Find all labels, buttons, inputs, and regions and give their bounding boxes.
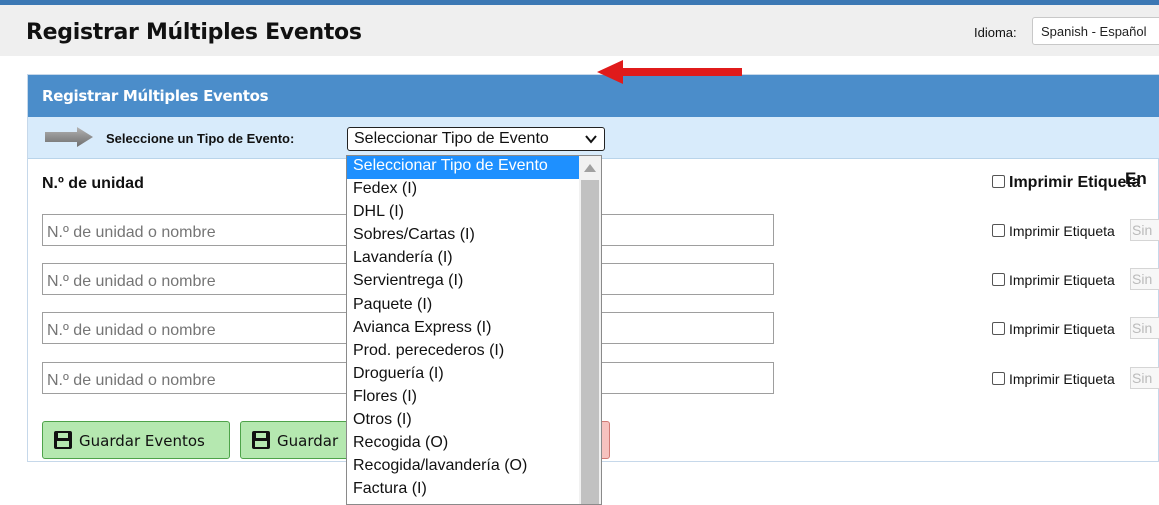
print-label-column-header: Imprimir Etiqueta [992,174,1141,192]
dropdown-option[interactable]: Paquete (I) [347,295,579,318]
print-label-text: Imprimir Etiqueta [1009,371,1115,387]
dropdown-option[interactable]: Avianca Express (I) [347,318,579,341]
save-secondary-button[interactable]: Guardar [240,421,360,459]
print-label-checkbox[interactable] [992,224,1005,237]
page-title: Registrar Múltiples Eventos [26,20,362,45]
dropdown-option[interactable]: Flores (I) [347,387,579,410]
description-input[interactable] [588,362,774,394]
dropdown-option[interactable]: Factura (I) [347,479,579,502]
row-extra-field[interactable]: Sin [1130,268,1159,290]
row-extra-field[interactable]: Sin [1130,317,1159,339]
save-disk-icon [252,431,270,449]
description-input[interactable] [588,214,774,246]
dropdown-option[interactable]: Recogida/lavandería (O) [347,456,579,479]
print-label-text: Imprimir Etiqueta [1009,321,1115,337]
unit-input[interactable] [42,362,374,394]
annotation-arrow-icon [597,60,742,84]
row-print-label: Imprimir Etiqueta [992,272,1115,288]
page-header: Registrar Múltiples Eventos Idioma: Span… [0,5,1159,56]
print-label-text: Imprimir Etiqueta [1009,223,1115,239]
print-all-checkbox[interactable] [992,175,1005,188]
description-input[interactable] [588,263,774,295]
print-label-checkbox[interactable] [992,273,1005,286]
event-type-select[interactable]: Seleccionar Tipo de Evento [347,127,605,151]
dropdown-option[interactable]: Sobres/Cartas (I) [347,225,579,248]
dropdown-option[interactable]: Lavandería (I) [347,248,579,271]
description-input[interactable] [588,312,774,344]
language-label: Idioma: [974,25,1017,40]
dropdown-scrollbar[interactable] [579,156,601,504]
unit-column-header: N.º de unidad [42,175,144,192]
scroll-up-icon[interactable] [584,164,596,172]
panel-title: Registrar Múltiples Eventos [42,87,269,105]
dropdown-option[interactable]: Otros (I) [347,410,579,433]
row-print-label: Imprimir Etiqueta [992,371,1115,387]
save-events-button[interactable]: Guardar Eventos [42,421,230,459]
print-label-checkbox[interactable] [992,322,1005,335]
language-select[interactable]: Spanish - Español [1032,17,1159,45]
unit-input[interactable] [42,312,374,344]
print-label-header-text: Imprimir Etiqueta [1009,174,1141,191]
dropdown-option[interactable]: Seleccionar Tipo de Evento [347,156,579,180]
dropdown-option[interactable]: DHL (I) [347,202,579,225]
event-type-bar: Seleccione un Tipo de Evento: Selecciona… [28,117,1159,159]
row-extra-field[interactable]: Sin [1130,367,1159,389]
chevron-down-icon [585,135,597,144]
event-type-value: Seleccionar Tipo de Evento [354,130,549,147]
arrow-right-icon [45,127,93,147]
unit-input[interactable] [42,263,374,295]
dropdown-option[interactable]: Droguería (I) [347,364,579,387]
event-type-dropdown[interactable]: Seleccionar Tipo de Evento Fedex (I) DHL (… [346,155,602,505]
panel-header: Registrar Múltiples Eventos [28,75,1159,117]
save-events-label: Guardar Eventos [79,432,205,450]
extra-column-header: En [1125,169,1147,188]
dropdown-option[interactable]: Servientrega (I) [347,271,579,294]
unit-input[interactable] [42,214,374,246]
scrollbar-thumb[interactable] [581,180,599,504]
dropdown-option[interactable]: Fedex (I) [347,179,579,202]
save-secondary-label: Guardar [277,432,339,450]
row-print-label: Imprimir Etiqueta [992,223,1115,239]
dropdown-option[interactable]: Prod. perecederos (I) [347,341,579,364]
save-disk-icon [54,431,72,449]
row-print-label: Imprimir Etiqueta [992,321,1115,337]
row-extra-field[interactable]: Sin [1130,219,1159,241]
print-label-text: Imprimir Etiqueta [1009,272,1115,288]
dropdown-option[interactable]: Recogida (O) [347,433,579,456]
print-label-checkbox[interactable] [992,372,1005,385]
event-type-label: Seleccione un Tipo de Evento: [106,131,295,146]
event-type-options: Seleccionar Tipo de Evento Fedex (I) DHL (… [347,156,579,502]
